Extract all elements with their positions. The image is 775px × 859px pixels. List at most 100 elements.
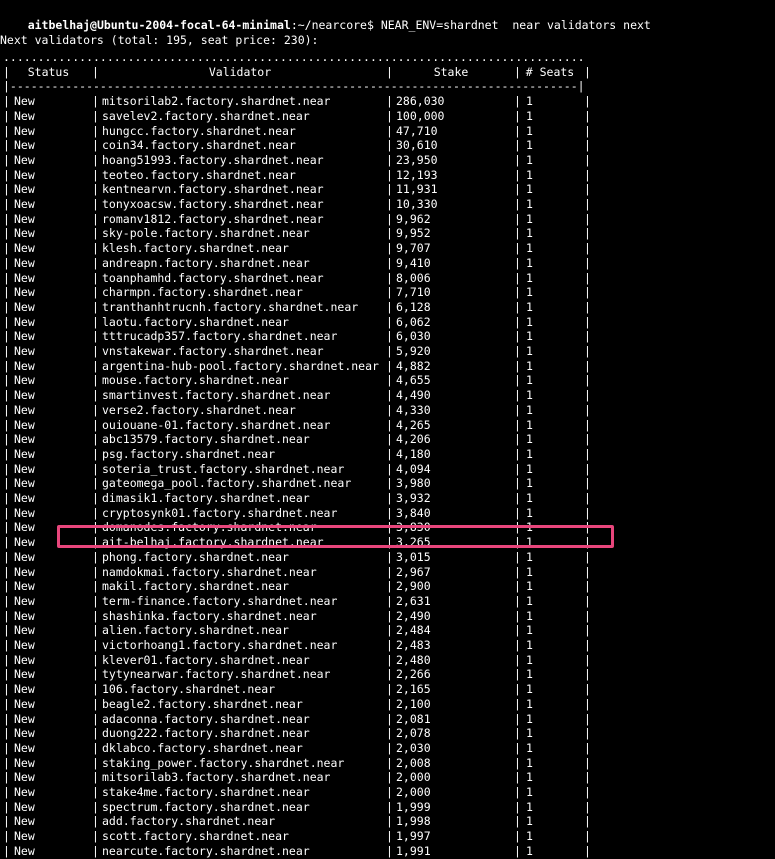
column-separator: |	[92, 329, 99, 344]
column-separator: |	[386, 94, 393, 109]
table-row: | | | | | New klever01.factory.shardnet.near 2,…	[0, 653, 775, 668]
column-separator: |	[3, 285, 10, 300]
seats-cell: 1	[526, 285, 533, 300]
status-cell: New	[14, 94, 35, 109]
column-separator: |	[386, 755, 393, 770]
stake-cell: 4,206	[396, 432, 431, 447]
column-separator: |	[92, 182, 99, 197]
validator-cell: phong.factory.shardnet.near	[102, 549, 289, 564]
validator-cell: gateomega_pool.factory.shardnet.near	[102, 476, 352, 491]
column-separator: |	[386, 491, 393, 505]
column-separator: |	[584, 211, 591, 226]
validator-cell: domanodes.factory.shardnet.near	[102, 520, 317, 535]
column-separator: |	[514, 755, 521, 770]
status-cell: New	[14, 197, 35, 211]
column-separator: |	[92, 388, 99, 403]
column-separator: |	[3, 740, 10, 755]
status-cell: New	[14, 505, 35, 520]
column-separator: |	[514, 491, 521, 505]
column-separator: |	[3, 785, 10, 799]
column-separator: |	[584, 579, 591, 594]
column-separator: |	[584, 182, 591, 197]
seats-cell: 1	[526, 182, 533, 197]
column-separator: |	[386, 667, 393, 682]
seats-cell: 1	[526, 843, 533, 858]
table-row: | | | | | New victorhoang1.factory.shardnet.ne…	[0, 638, 775, 653]
table-row: | | | | | New dklabco.factory.shardnet.near 2,0…	[0, 741, 775, 756]
table-row: | | | | | New scott.factory.shardnet.near 1,997…	[0, 829, 775, 844]
table-row: | | | | | New staking_power.factory.shardnet.n…	[0, 756, 775, 771]
stake-cell: 100,000	[396, 108, 445, 123]
validator-cell: alien.factory.shardnet.near	[102, 623, 289, 638]
stake-cell: 4,094	[396, 461, 431, 476]
status-cell: New	[14, 593, 35, 608]
table-row: | | | | | New nearcute.factory.shardnet.near 1,…	[0, 844, 775, 859]
status-cell: New	[14, 785, 35, 799]
column-separator: |	[584, 299, 591, 314]
status-cell: New	[14, 344, 35, 358]
column-separator: |	[92, 667, 99, 682]
validator-cell: namdokmai.factory.shardnet.near	[102, 564, 317, 579]
column-separator: |	[3, 770, 10, 785]
stake-cell: 1,998	[396, 814, 431, 829]
stake-cell: 23,950	[396, 152, 438, 167]
column-separator: |	[386, 241, 393, 256]
column-separator: |	[92, 491, 99, 505]
validator-cell: dimasik1.factory.shardnet.near	[102, 491, 310, 505]
column-separator: |	[3, 108, 10, 123]
seats-cell: 1	[526, 108, 533, 123]
seats-cell: 1	[526, 402, 533, 417]
status-cell: New	[14, 491, 35, 505]
column-separator: |	[3, 549, 10, 564]
status-cell: New	[14, 211, 35, 226]
status-cell: New	[14, 814, 35, 829]
stake-cell: 2,078	[396, 726, 431, 741]
status-cell: New	[14, 285, 35, 300]
column-separator: |	[514, 843, 521, 858]
column-separator: |	[514, 182, 521, 197]
stake-cell: 2,480	[396, 652, 431, 667]
column-separator: |	[386, 843, 393, 858]
column-separator: |	[386, 461, 393, 476]
column-separator: |	[386, 696, 393, 711]
status-cell: New	[14, 623, 35, 638]
seats-cell: 1	[526, 344, 533, 358]
status-cell: New	[14, 123, 35, 138]
table-row: | | | | | New ouiouane-01.factory.shardnet.nea…	[0, 418, 775, 433]
validator-cell: shashinka.factory.shardnet.near	[102, 608, 317, 623]
column-separator: |	[514, 608, 521, 623]
validator-cell: cryptosynk01.factory.shardnet.near	[102, 505, 338, 520]
terminal-window[interactable]: aitbelhaj@Ubuntu-2004-focal-64-minimal:~…	[0, 0, 775, 859]
table-row: | | | | | New tttrucadp357.factory.shardnet.ne…	[0, 329, 775, 344]
validator-cell: romanv1812.factory.shardnet.near	[102, 211, 324, 226]
column-separator: |	[92, 94, 99, 109]
column-separator: |	[514, 682, 521, 697]
column-separator: |	[386, 476, 393, 491]
column-separator: |	[3, 667, 10, 682]
column-separator: |	[3, 446, 10, 461]
column-separator: |	[584, 667, 591, 682]
seats-cell: 1	[526, 461, 533, 476]
table-row: | | | | | New abc13579.factory.shardnet.near 4,…	[0, 432, 775, 447]
column-separator: |	[514, 564, 521, 579]
column-separator: |	[92, 843, 99, 858]
table-row: | | | | | New andreapn.factory.shardnet.near 9,…	[0, 256, 775, 271]
column-separator: |	[92, 505, 99, 520]
column-separator: |	[386, 446, 393, 461]
column-separator: |	[584, 814, 591, 829]
seats-cell: 1	[526, 299, 533, 314]
table-row: | | | | | New mitsorilab2.factory.shardnet.nea…	[0, 94, 775, 109]
validator-cell: charmpn.factory.shardnet.near	[102, 285, 303, 300]
seats-cell: 1	[526, 799, 533, 814]
validator-cell: duong222.factory.shardnet.near	[102, 726, 310, 741]
column-separator: |	[92, 211, 99, 226]
validator-cell: tonyxoacsw.factory.shardnet.near	[102, 197, 324, 211]
seats-cell: 1	[526, 373, 533, 388]
seats-cell: 1	[526, 608, 533, 623]
table-top-border: ........................................…	[0, 50, 775, 65]
seats-cell: 1	[526, 667, 533, 682]
column-separator: |	[3, 299, 10, 314]
stake-cell: 1,999	[396, 799, 431, 814]
column-separator: |	[386, 711, 393, 726]
seats-cell: 1	[526, 549, 533, 564]
